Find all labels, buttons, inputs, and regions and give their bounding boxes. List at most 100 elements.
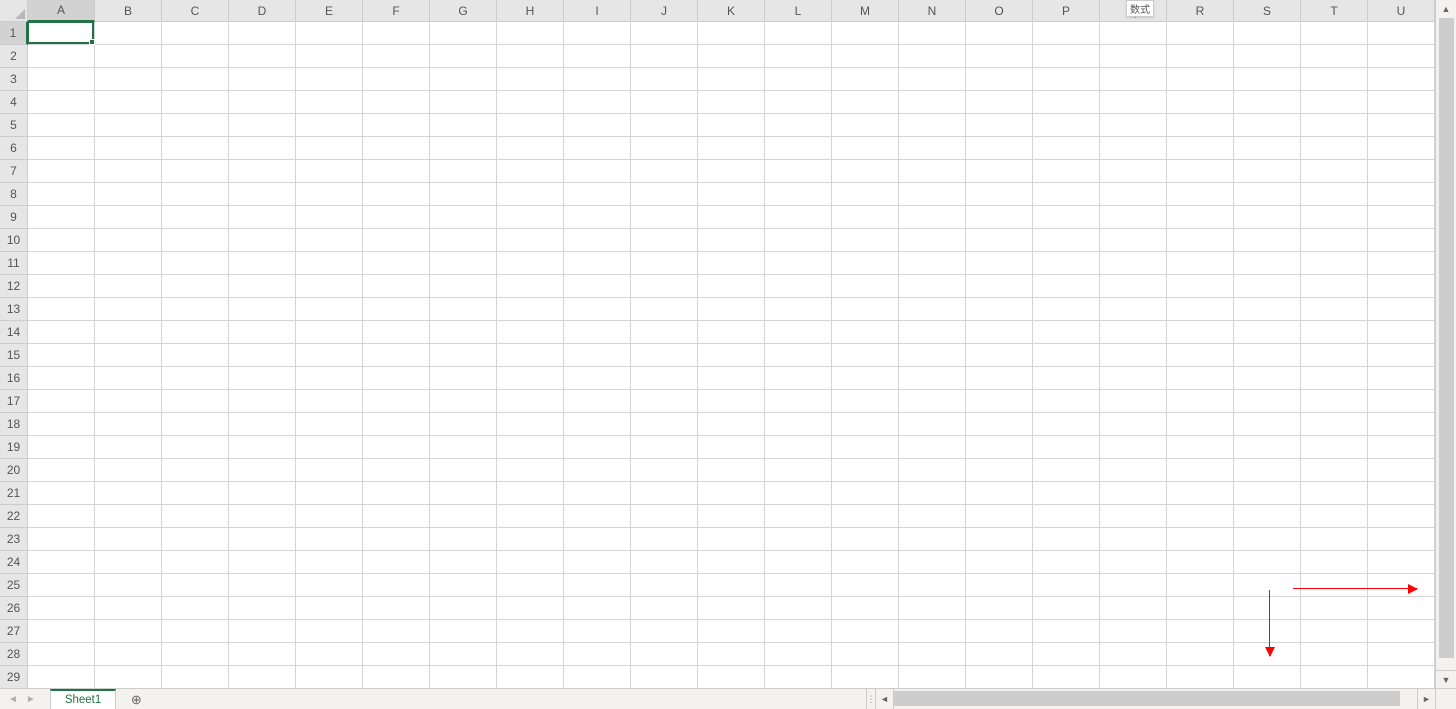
cell-D6[interactable] xyxy=(229,137,296,160)
cell-U26[interactable] xyxy=(1368,597,1435,620)
cell-R6[interactable] xyxy=(1167,137,1234,160)
cell-O22[interactable] xyxy=(966,505,1033,528)
cell-Q22[interactable] xyxy=(1100,505,1167,528)
cell-E13[interactable] xyxy=(296,298,363,321)
cell-S19[interactable] xyxy=(1234,436,1301,459)
cell-O8[interactable] xyxy=(966,183,1033,206)
cell-C25[interactable] xyxy=(162,574,229,597)
cell-F26[interactable] xyxy=(363,597,430,620)
column-header-K[interactable]: K xyxy=(698,0,765,22)
cell-F8[interactable] xyxy=(363,183,430,206)
cell-S20[interactable] xyxy=(1234,459,1301,482)
cell-K1[interactable] xyxy=(698,22,765,45)
cell-E21[interactable] xyxy=(296,482,363,505)
cell-T2[interactable] xyxy=(1301,45,1368,68)
cell-Q5[interactable] xyxy=(1100,114,1167,137)
cell-S7[interactable] xyxy=(1234,160,1301,183)
cell-T20[interactable] xyxy=(1301,459,1368,482)
cell-U22[interactable] xyxy=(1368,505,1435,528)
cell-U5[interactable] xyxy=(1368,114,1435,137)
cell-C17[interactable] xyxy=(162,390,229,413)
cell-L29[interactable] xyxy=(765,666,832,689)
cell-H28[interactable] xyxy=(497,643,564,666)
cell-D21[interactable] xyxy=(229,482,296,505)
cell-K13[interactable] xyxy=(698,298,765,321)
row-header-10[interactable]: 10 xyxy=(0,229,28,252)
cell-C13[interactable] xyxy=(162,298,229,321)
cell-I24[interactable] xyxy=(564,551,631,574)
cell-T5[interactable] xyxy=(1301,114,1368,137)
cell-O6[interactable] xyxy=(966,137,1033,160)
cell-K22[interactable] xyxy=(698,505,765,528)
row-header-18[interactable]: 18 xyxy=(0,413,28,436)
cell-P22[interactable] xyxy=(1033,505,1100,528)
cell-D13[interactable] xyxy=(229,298,296,321)
cell-L19[interactable] xyxy=(765,436,832,459)
cell-L20[interactable] xyxy=(765,459,832,482)
cell-D18[interactable] xyxy=(229,413,296,436)
cell-U3[interactable] xyxy=(1368,68,1435,91)
cell-N2[interactable] xyxy=(899,45,966,68)
cell-A21[interactable] xyxy=(28,482,95,505)
cell-C5[interactable] xyxy=(162,114,229,137)
cell-B9[interactable] xyxy=(95,206,162,229)
column-header-P[interactable]: P xyxy=(1033,0,1100,22)
cell-P11[interactable] xyxy=(1033,252,1100,275)
cell-M26[interactable] xyxy=(832,597,899,620)
cell-Q13[interactable] xyxy=(1100,298,1167,321)
cell-U7[interactable] xyxy=(1368,160,1435,183)
column-header-U[interactable]: U xyxy=(1368,0,1435,22)
cell-N26[interactable] xyxy=(899,597,966,620)
cell-I18[interactable] xyxy=(564,413,631,436)
cell-C8[interactable] xyxy=(162,183,229,206)
cell-C24[interactable] xyxy=(162,551,229,574)
cell-H11[interactable] xyxy=(497,252,564,275)
cell-D12[interactable] xyxy=(229,275,296,298)
cell-B18[interactable] xyxy=(95,413,162,436)
cell-S17[interactable] xyxy=(1234,390,1301,413)
column-header-C[interactable]: C xyxy=(162,0,229,22)
cell-Q24[interactable] xyxy=(1100,551,1167,574)
cell-C10[interactable] xyxy=(162,229,229,252)
cell-C28[interactable] xyxy=(162,643,229,666)
row-header-28[interactable]: 28 xyxy=(0,643,28,666)
cell-C1[interactable] xyxy=(162,22,229,45)
cell-G7[interactable] xyxy=(430,160,497,183)
cell-A3[interactable] xyxy=(28,68,95,91)
cell-R26[interactable] xyxy=(1167,597,1234,620)
row-header-19[interactable]: 19 xyxy=(0,436,28,459)
cell-I20[interactable] xyxy=(564,459,631,482)
cell-D11[interactable] xyxy=(229,252,296,275)
cell-S15[interactable] xyxy=(1234,344,1301,367)
cell-I17[interactable] xyxy=(564,390,631,413)
cell-E11[interactable] xyxy=(296,252,363,275)
cell-G21[interactable] xyxy=(430,482,497,505)
cell-L26[interactable] xyxy=(765,597,832,620)
cell-I3[interactable] xyxy=(564,68,631,91)
cell-D16[interactable] xyxy=(229,367,296,390)
cell-G14[interactable] xyxy=(430,321,497,344)
cell-B14[interactable] xyxy=(95,321,162,344)
cell-T29[interactable] xyxy=(1301,666,1368,689)
cell-O25[interactable] xyxy=(966,574,1033,597)
cell-I15[interactable] xyxy=(564,344,631,367)
cell-N1[interactable] xyxy=(899,22,966,45)
cell-H5[interactable] xyxy=(497,114,564,137)
cell-J6[interactable] xyxy=(631,137,698,160)
cell-S11[interactable] xyxy=(1234,252,1301,275)
cell-P12[interactable] xyxy=(1033,275,1100,298)
cell-R13[interactable] xyxy=(1167,298,1234,321)
row-header-26[interactable]: 26 xyxy=(0,597,28,620)
cell-B10[interactable] xyxy=(95,229,162,252)
cell-H19[interactable] xyxy=(497,436,564,459)
cell-H13[interactable] xyxy=(497,298,564,321)
cell-L3[interactable] xyxy=(765,68,832,91)
cell-U19[interactable] xyxy=(1368,436,1435,459)
cell-M1[interactable] xyxy=(832,22,899,45)
cell-P26[interactable] xyxy=(1033,597,1100,620)
cell-C14[interactable] xyxy=(162,321,229,344)
cell-K18[interactable] xyxy=(698,413,765,436)
cell-Q2[interactable] xyxy=(1100,45,1167,68)
cell-E19[interactable] xyxy=(296,436,363,459)
cell-C2[interactable] xyxy=(162,45,229,68)
